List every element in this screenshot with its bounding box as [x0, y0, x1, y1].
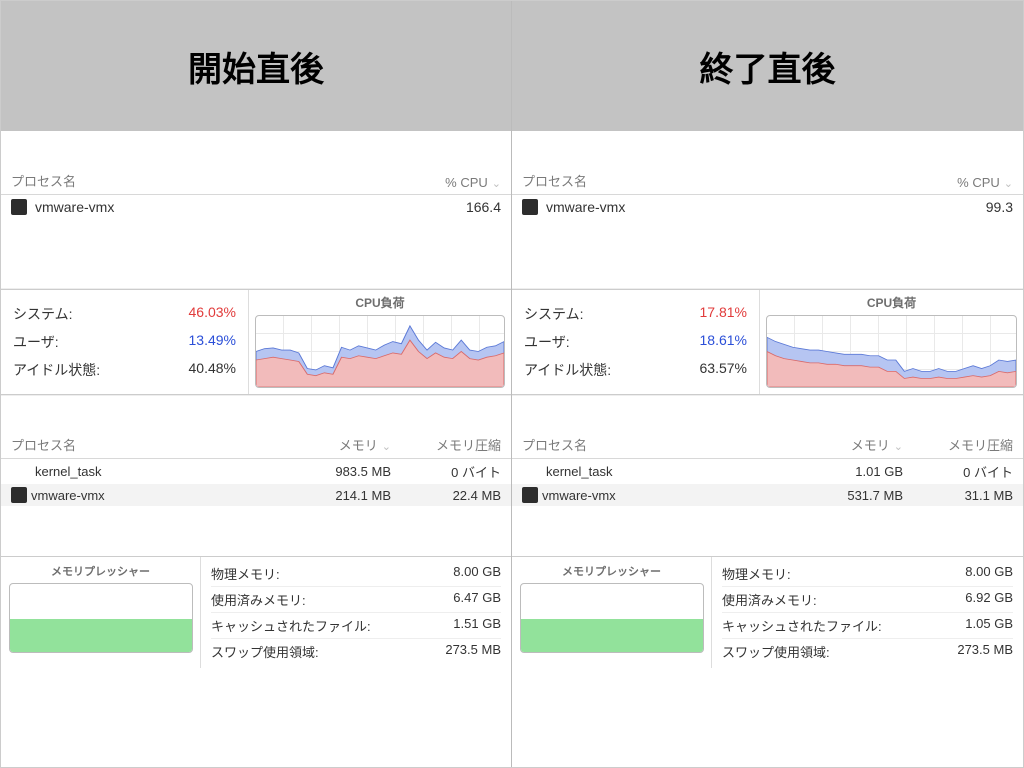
mem-row-label: 使用済みメモリ: [722, 590, 817, 609]
mem-row-label: 物理メモリ: [722, 564, 791, 583]
process-mem: 983.5 MB [281, 464, 391, 479]
process-comp: 31.1 MB [903, 488, 1013, 503]
mem-row-label: スワップ使用領域: [722, 642, 830, 661]
pane-title: 終了直後 [512, 1, 1023, 131]
user-value: 13.49% [189, 332, 236, 352]
memory-pressure-section: メモリプレッシャー 物理メモリ: 8.00 GB 使用済みメモリ: 6.92 GB … [512, 556, 1023, 668]
process-name: vmware-vmx [546, 199, 625, 215]
cpu-stats-section: システム: 46.03% ユーザ: 13.49% アイドル状態: 40.48% CPU… [1, 289, 511, 395]
table-row[interactable]: vmware-vmx 99.3 [512, 195, 1023, 219]
memory-pressure-title: メモリプレッシャー [51, 563, 150, 579]
memory-pressure-left: メモリプレッシャー [512, 557, 712, 668]
cpu-stats-left: システム: 46.03% ユーザ: 13.49% アイドル状態: 40.48% [1, 290, 249, 394]
col-memory[interactable]: メモリ [339, 438, 378, 453]
process-name: vmware-vmx [542, 488, 616, 503]
process-icon [522, 487, 538, 503]
table-row[interactable]: kernel_task 1.01 GB 0 バイト [512, 459, 1023, 484]
mem-row-val: 273.5 MB [445, 642, 501, 661]
cpu-chart-title: CPU負荷 [249, 290, 511, 313]
memory-pressure-chart [9, 583, 193, 653]
col-process-name[interactable]: プロセス名 [522, 438, 587, 453]
mem-row-val: 8.00 GB [453, 564, 501, 583]
table-row[interactable]: vmware-vmx 531.7 MB 31.1 MB [512, 484, 1023, 506]
memory-pressure-section: メモリプレッシャー 物理メモリ: 8.00 GB 使用済みメモリ: 6.47 GB … [1, 556, 511, 668]
system-label: システム: [13, 304, 72, 324]
mem-proc-header: プロセス名 メモリ ⌄ メモリ圧縮 [1, 435, 511, 459]
mem-row-val: 8.00 GB [965, 564, 1013, 583]
comparison-container: 開始直後 プロセス名 % CPU ⌄ vmware-vmx 166.4 システム:… [0, 0, 1024, 768]
process-cpu: 166.4 [391, 199, 501, 215]
process-name: kernel_task [546, 464, 612, 479]
table-row[interactable]: vmware-vmx 214.1 MB 22.4 MB [1, 484, 511, 506]
mem-row-val: 273.5 MB [957, 642, 1013, 661]
col-process-name[interactable]: プロセス名 [11, 438, 76, 453]
pane-before: 開始直後 プロセス名 % CPU ⌄ vmware-vmx 166.4 システム:… [1, 1, 512, 767]
cpu-chart-title: CPU負荷 [760, 290, 1023, 313]
system-label: システム: [524, 304, 583, 324]
pane-after: 終了直後 プロセス名 % CPU ⌄ vmware-vmx 99.3 システム: 1… [512, 1, 1023, 767]
idle-value: 63.57% [700, 360, 747, 380]
cpu-proc-header: プロセス名 % CPU ⌄ [512, 171, 1023, 195]
process-comp: 0 バイト [903, 462, 1013, 481]
user-label: ユーザ: [13, 332, 59, 352]
col-memory[interactable]: メモリ [851, 438, 890, 453]
cpu-load-chart [766, 315, 1017, 388]
system-value: 46.03% [189, 304, 236, 324]
cpu-chart-panel: CPU負荷 [760, 290, 1023, 394]
col-memory-compressed[interactable]: メモリ圧縮 [436, 438, 501, 453]
cpu-chart-panel: CPU負荷 [249, 290, 511, 394]
idle-value: 40.48% [189, 360, 236, 380]
pane-title: 開始直後 [1, 1, 511, 131]
process-mem: 214.1 MB [281, 488, 391, 503]
cpu-load-chart [255, 315, 505, 388]
col-cpu-pct[interactable]: % CPU [445, 175, 488, 190]
idle-label: アイドル状態: [524, 360, 611, 380]
user-value: 18.61% [700, 332, 747, 352]
table-row[interactable]: kernel_task 983.5 MB 0 バイト [1, 459, 511, 484]
chevron-down-icon: ⌄ [894, 441, 903, 453]
process-icon [11, 487, 27, 503]
process-name: vmware-vmx [35, 199, 114, 215]
memory-pressure-stats: 物理メモリ: 8.00 GB 使用済みメモリ: 6.47 GB キャッシュされたファ… [201, 557, 511, 668]
memory-pressure-title: メモリプレッシャー [562, 563, 661, 579]
cpu-stats-section: システム: 17.81% ユーザ: 18.61% アイドル状態: 63.57% CPU… [512, 289, 1023, 395]
mem-row-val: 1.05 GB [965, 616, 1013, 635]
col-cpu-pct[interactable]: % CPU [957, 175, 1000, 190]
mem-proc-header: プロセス名 メモリ ⌄ メモリ圧縮 [512, 435, 1023, 459]
process-comp: 0 バイト [391, 462, 501, 481]
chevron-down-icon: ⌄ [382, 441, 391, 453]
cpu-proc-header: プロセス名 % CPU ⌄ [1, 171, 511, 195]
chevron-down-icon: ⌄ [1004, 178, 1013, 190]
process-icon [522, 199, 538, 215]
process-name: kernel_task [35, 464, 101, 479]
memory-pressure-left: メモリプレッシャー [1, 557, 201, 668]
mem-row-val: 1.51 GB [453, 616, 501, 635]
process-name: vmware-vmx [31, 488, 105, 503]
mem-row-label: 使用済みメモリ: [211, 590, 306, 609]
table-row[interactable]: vmware-vmx 166.4 [1, 195, 511, 219]
process-mem: 531.7 MB [793, 488, 903, 503]
chevron-down-icon: ⌄ [492, 178, 501, 190]
mem-row-label: キャッシュされたファイル: [722, 616, 882, 635]
user-label: ユーザ: [524, 332, 570, 352]
process-mem: 1.01 GB [793, 464, 903, 479]
col-process-name[interactable]: プロセス名 [522, 174, 587, 189]
process-icon [11, 199, 27, 215]
memory-pressure-chart [520, 583, 704, 653]
cpu-stats-left: システム: 17.81% ユーザ: 18.61% アイドル状態: 63.57% [512, 290, 760, 394]
col-process-name[interactable]: プロセス名 [11, 174, 76, 189]
process-cpu: 99.3 [903, 199, 1013, 215]
memory-pressure-stats: 物理メモリ: 8.00 GB 使用済みメモリ: 6.92 GB キャッシュされたファ… [712, 557, 1023, 668]
mem-row-label: 物理メモリ: [211, 564, 280, 583]
mem-row-val: 6.92 GB [965, 590, 1013, 609]
mem-row-label: スワップ使用領域: [211, 642, 319, 661]
col-memory-compressed[interactable]: メモリ圧縮 [948, 438, 1013, 453]
idle-label: アイドル状態: [13, 360, 100, 380]
mem-row-label: キャッシュされたファイル: [211, 616, 371, 635]
system-value: 17.81% [700, 304, 747, 324]
mem-row-val: 6.47 GB [453, 590, 501, 609]
process-comp: 22.4 MB [391, 488, 501, 503]
